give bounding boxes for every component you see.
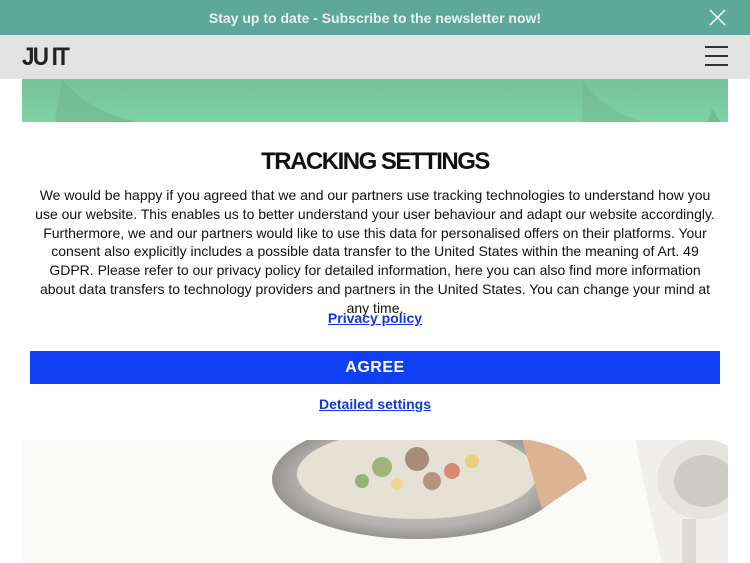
site-logo[interactable]: JU IT (22, 43, 70, 72)
detailed-settings-link[interactable]: Detailed settings (4, 396, 746, 412)
newsletter-banner: Stay up to date - Subscribe to the newsl… (0, 0, 750, 35)
newsletter-link[interactable]: Stay up to date - Subscribe to the newsl… (209, 10, 541, 26)
dialog-title: TRACKING SETTINGS (261, 148, 490, 175)
dialog-body-text: We would be happy if you agreed that we … (35, 187, 715, 316)
privacy-policy-link[interactable]: Privacy policy (4, 310, 746, 326)
agree-button[interactable]: AGREE (30, 351, 720, 384)
hamburger-menu-icon[interactable] (705, 45, 728, 67)
site-header: JU IT (0, 35, 750, 79)
tracking-settings-dialog: TRACKING SETTINGS We would be happy if y… (4, 122, 746, 440)
close-icon[interactable] (709, 9, 726, 26)
